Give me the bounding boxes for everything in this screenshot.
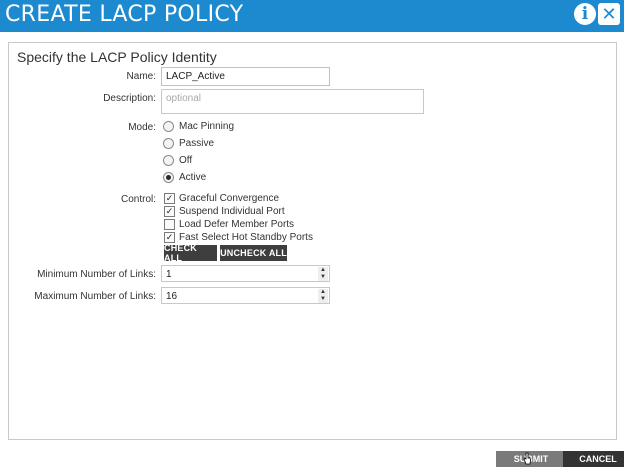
hand-cursor-icon <box>523 452 531 465</box>
mode-option-label: Mac Pinning <box>179 121 235 132</box>
control-option-label: Fast Select Hot Standby Ports <box>179 232 313 243</box>
max-links-label: Maximum Number of Links: <box>34 291 156 302</box>
chevron-up-icon[interactable]: ▲ <box>318 289 328 296</box>
mode-option-passive[interactable]: Passive <box>163 138 214 149</box>
chevron-down-icon[interactable]: ▼ <box>318 274 328 281</box>
dialog-title: CREATE LACP POLICY <box>5 2 244 27</box>
cancel-button[interactable]: CANCEL <box>563 451 624 467</box>
stepper-arrows: ▲ ▼ <box>318 289 328 303</box>
min-links-stepper[interactable]: 1 ▲ ▼ <box>161 265 330 282</box>
mode-option-mac-pinning[interactable]: Mac Pinning <box>163 121 234 132</box>
close-icon[interactable]: ✕ <box>598 3 620 25</box>
max-links-value: 16 <box>166 291 178 302</box>
control-option-label: Suspend Individual Port <box>179 206 285 217</box>
chevron-down-icon[interactable]: ▼ <box>318 296 328 303</box>
description-field[interactable]: optional <box>161 89 424 114</box>
radio-icon <box>163 121 174 132</box>
name-label: Name: <box>126 71 156 82</box>
max-links-stepper[interactable]: 16 ▲ ▼ <box>161 287 330 304</box>
mode-option-label: Passive <box>179 138 215 149</box>
checkbox-checked-icon: ✓ <box>164 206 175 217</box>
mode-option-label: Off <box>179 155 193 166</box>
control-option-label: Load Defer Member Ports <box>179 219 295 230</box>
description-label: Description: <box>103 93 156 104</box>
mode-option-label: Active <box>179 172 207 183</box>
mode-label: Mode: <box>128 122 156 133</box>
control-graceful-convergence[interactable]: ✓ Graceful Convergence <box>164 193 279 204</box>
radio-selected-icon <box>163 172 174 183</box>
control-fast-select-hot-standby[interactable]: ✓ Fast Select Hot Standby Ports <box>164 232 313 243</box>
chevron-up-icon[interactable]: ▲ <box>318 267 328 274</box>
mode-option-off[interactable]: Off <box>163 155 192 166</box>
section-title: Specify the LACP Policy Identity <box>17 49 217 65</box>
checkbox-unchecked-icon <box>164 219 175 230</box>
control-suspend-individual-port[interactable]: ✓ Suspend Individual Port <box>164 206 285 217</box>
radio-icon <box>163 155 174 166</box>
checkbox-checked-icon: ✓ <box>164 193 175 204</box>
control-label: Control: <box>120 194 156 205</box>
radio-icon <box>163 138 174 149</box>
policy-identity-panel: Specify the LACP Policy Identity Name: D… <box>8 42 617 440</box>
info-icon[interactable]: i <box>574 3 596 25</box>
min-links-value: 1 <box>166 269 172 280</box>
check-all-button[interactable]: CHECK ALL <box>164 243 217 263</box>
mode-option-active[interactable]: Active <box>163 172 206 183</box>
name-input[interactable] <box>161 67 330 86</box>
stepper-arrows: ▲ ▼ <box>318 267 328 281</box>
control-load-defer-member-ports[interactable]: Load Defer Member Ports <box>164 219 294 230</box>
min-links-label: Minimum Number of Links: <box>37 269 156 280</box>
dialog-titlebar: CREATE LACP POLICY i ✕ <box>0 0 624 32</box>
uncheck-all-button[interactable]: UNCHECK ALL <box>220 245 287 261</box>
control-option-label: Graceful Convergence <box>179 193 280 204</box>
checkbox-checked-icon: ✓ <box>164 232 175 243</box>
submit-button[interactable]: SUBMIT <box>496 451 566 467</box>
